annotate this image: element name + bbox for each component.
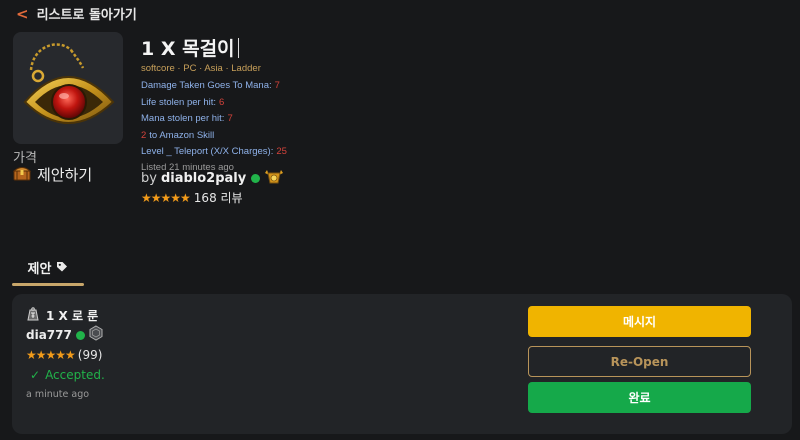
message-button[interactable]: 메시지 (528, 306, 751, 337)
tag-icon (56, 258, 68, 277)
property-value: 7 (274, 80, 280, 91)
property-value: 7 (227, 113, 233, 124)
chevron-left-icon: < (16, 4, 29, 23)
item-property-charges: Level _ Teleport (X/X Charges): 25 (141, 144, 287, 161)
seller-badge-icon (264, 169, 284, 188)
property-label: Life stolen per hit: (141, 96, 216, 108)
buyer-name-link[interactable]: dia777 (26, 328, 72, 342)
buyer-badge-icon (88, 325, 104, 345)
complete-button[interactable]: 완료 (528, 382, 751, 413)
reopen-button[interactable]: Re-Open (528, 346, 751, 377)
tab-offers-label: 제안 (27, 262, 52, 277)
tab-active-underline (12, 283, 84, 286)
item-title: 1 X 목걸이 (141, 34, 240, 61)
offer-time: a minute ago (26, 389, 90, 400)
buyer-rating: ★★★★★ (99) (26, 348, 102, 362)
property-label: Damage Taken Goes To Mana: (141, 80, 272, 91)
rune-icon (26, 306, 40, 325)
item-title-text: 1 X 목걸이 (141, 38, 235, 60)
text-caret (237, 37, 240, 58)
buyer-review-count: (99) (77, 348, 103, 362)
online-status-dot (75, 330, 85, 340)
seller-by-label: by (141, 171, 157, 186)
make-offer-link[interactable]: 제안하기 (12, 164, 93, 185)
seller-info: by diablo2paly (141, 169, 284, 188)
check-icon: ✓ (30, 368, 41, 382)
treasure-chest-icon (12, 165, 32, 185)
offer-item: 1 X 로 룬 (26, 306, 98, 325)
make-offer-label: 제안하기 (37, 166, 93, 184)
item-image (13, 32, 123, 144)
offer-card: 1 X 로 룬 dia777 ★★★★★ (99) ✓ Accepted. a … (12, 294, 792, 434)
online-status-dot (251, 174, 261, 183)
skill-label: to Amazon Skill (149, 129, 215, 141)
property-label: Mana stolen per hit: (141, 113, 225, 124)
item-property-skill: 2 to Amazon Skill (141, 128, 287, 145)
skill-value: 2 (141, 129, 147, 141)
status-text: Accepted. (45, 368, 105, 382)
offer-item-title: 1 X 로 룬 (46, 309, 99, 323)
offer-status: ✓ Accepted. (30, 368, 105, 382)
item-property: Life stolen per hit: 6 (141, 95, 287, 112)
charges-label: Level _ Teleport (X/X Charges): (141, 146, 274, 157)
item-property: Damage Taken Goes To Mana: 7 (141, 78, 287, 95)
seller-rating: ★★★★★ 168 리뷰 (141, 189, 243, 206)
item-property: Mana stolen per hit: 7 (141, 111, 287, 128)
item-meta: softcore · PC · Asia · Ladder (141, 63, 261, 74)
charges-value: 25 (276, 146, 287, 157)
review-count-link[interactable]: 168 리뷰 (194, 189, 243, 206)
star-rating-icon: ★★★★★ (141, 190, 191, 205)
item-details: softcore · PC · Asia · Ladder Damage Tak… (141, 62, 287, 174)
back-link-label: 리스트로 돌아가기 (36, 8, 137, 23)
property-value: 6 (219, 96, 225, 108)
tab-offers[interactable]: 제안 (12, 256, 84, 286)
buyer-info: dia777 (26, 325, 104, 345)
seller-name-link[interactable]: diablo2paly (161, 171, 246, 186)
star-rating-icon: ★★★★★ (26, 348, 76, 362)
back-to-list-link[interactable]: < 리스트로 돌아가기 (16, 4, 137, 24)
